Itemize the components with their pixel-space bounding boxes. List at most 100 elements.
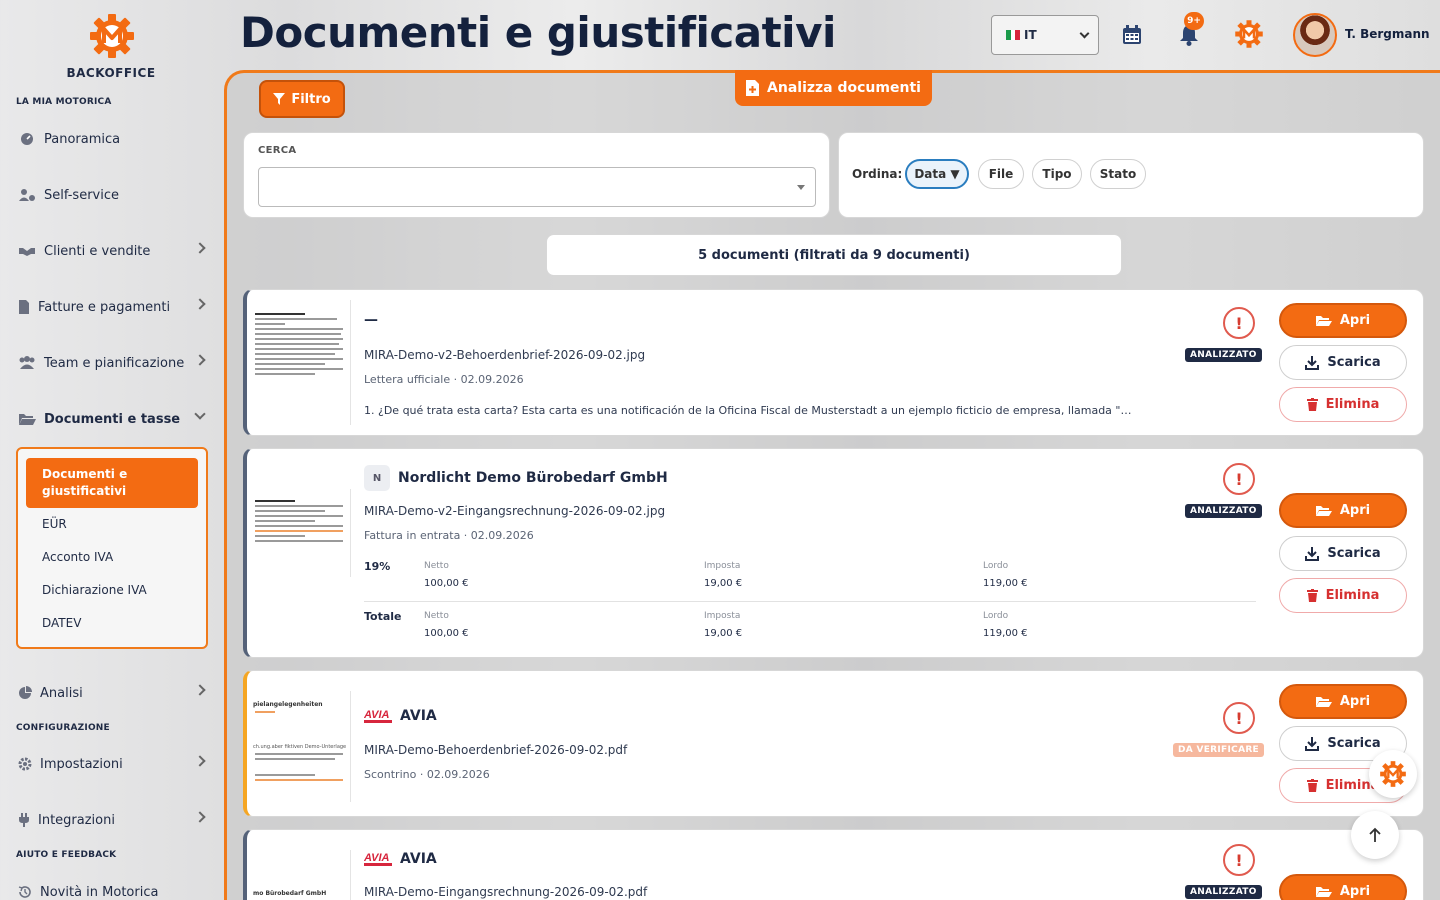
submenu-item-eur[interactable]: EÜR — [42, 517, 67, 531]
net-value: 100,00 € — [424, 578, 469, 589]
document-meta: Lettera ufficiale · 02.09.2026 — [364, 373, 524, 386]
sidebar-item-news[interactable]: Novità in Motorica — [16, 877, 208, 900]
gross-caption: Lordo — [983, 561, 1009, 571]
handshake-icon — [16, 243, 38, 259]
notification-badge: 9+ — [1184, 12, 1204, 30]
download-button[interactable]: Scarica — [1279, 345, 1407, 380]
chevron-down-icon — [194, 408, 206, 420]
sidebar-item-label: Integrazioni — [38, 812, 115, 828]
tax-value: 19,00 € — [704, 628, 743, 639]
trash-icon — [1306, 779, 1318, 792]
assistant-button[interactable] — [1369, 750, 1417, 798]
sort-card: Ordina: Data ▼ File Tipo Stato — [838, 132, 1424, 218]
search-input[interactable] — [258, 167, 816, 207]
tax-caption: Imposta — [704, 561, 741, 571]
document-card: — MIRA-Demo-v2-Behoerdenbrief-2026-09-02… — [243, 289, 1424, 436]
gear-icon — [16, 756, 34, 772]
sidebar-item-self-service[interactable]: Self-service — [16, 180, 208, 210]
total-label: Totale — [364, 610, 402, 623]
section-label-help: AIUTO E FEEDBACK — [16, 850, 117, 860]
gross-value: 119,00 € — [983, 628, 1028, 639]
document-title: AVIA AVIA — [364, 850, 437, 868]
delete-label: Elimina — [1325, 397, 1380, 412]
plug-icon — [16, 812, 32, 828]
delete-button[interactable]: Elimina — [1279, 387, 1407, 422]
submenu-item-vat-advance[interactable]: Acconto IVA — [42, 550, 113, 564]
delete-label: Elimina — [1325, 588, 1380, 603]
warning-icon[interactable]: ! — [1223, 702, 1255, 734]
download-button[interactable]: Scarica — [1279, 536, 1407, 571]
warning-icon[interactable]: ! — [1223, 307, 1255, 339]
sidebar-item-invoices[interactable]: Fatture e pagamenti — [16, 292, 208, 322]
sidebar-item-clients[interactable]: Clienti e vendite — [16, 236, 208, 266]
document-thumbnail[interactable]: pielangelegenheiten ch.ung.aber fiktiven… — [251, 691, 351, 802]
warning-icon[interactable]: ! — [1223, 844, 1255, 876]
document-filename: MIRA-Demo-Behoerdenbrief-2026-09-02.pdf — [364, 743, 628, 757]
sort-option-file[interactable]: File — [978, 159, 1024, 189]
sort-option-type[interactable]: Tipo — [1032, 159, 1082, 189]
brand-logo[interactable] — [88, 12, 136, 60]
document-card: N Nordlicht Demo Bürobedarf GmbH MIRA-De… — [243, 448, 1424, 658]
tax-rate-label: 19% — [364, 560, 391, 573]
open-button[interactable]: Apri — [1279, 874, 1407, 900]
filter-button[interactable]: Filtro — [259, 80, 345, 118]
document-meta: Fattura in entrata · 02.09.2026 — [364, 529, 534, 542]
section-label-mine: LA MIA MOTORICA — [16, 97, 112, 107]
document-title-text: AVIA — [400, 708, 437, 724]
sidebar-item-documents[interactable]: Documenti e tasse — [16, 404, 208, 434]
sidebar-item-analytics[interactable]: Analisi — [16, 678, 208, 708]
sort-option-status[interactable]: Stato — [1090, 159, 1146, 189]
filter-icon — [273, 93, 286, 105]
status-badge: DA VERIFICARE — [1173, 743, 1265, 757]
invoice-icon — [16, 299, 32, 315]
sidebar-item-settings[interactable]: Impostazioni — [16, 749, 208, 779]
document-count: 5 documenti (filtrati da 9 documenti) — [546, 234, 1122, 276]
folder-open-icon — [1315, 886, 1332, 897]
warning-icon[interactable]: ! — [1223, 463, 1255, 495]
sidebar-item-team[interactable]: Team e pianificazione — [16, 348, 208, 378]
folder-open-icon — [1315, 696, 1332, 707]
folder-open-icon — [1315, 505, 1332, 516]
analyze-button-label: Analizza documenti — [767, 80, 921, 96]
open-label: Apri — [1339, 313, 1371, 328]
open-label: Apri — [1339, 503, 1371, 518]
sidebar-item-label: Impostazioni — [40, 756, 123, 772]
delete-button[interactable]: Elimina — [1279, 578, 1407, 613]
tax-caption: Imposta — [704, 611, 741, 621]
vendor-initial-badge: N — [364, 465, 390, 491]
avatar[interactable] — [1293, 13, 1337, 57]
sidebar-item-integrations[interactable]: Integrazioni — [16, 805, 208, 835]
svg-text:AVIA: AVIA — [364, 709, 390, 721]
sidebar-item-overview[interactable]: Panoramica — [16, 124, 208, 154]
document-thumbnail[interactable] — [251, 300, 351, 425]
chevron-right-icon — [194, 755, 206, 767]
submenu-item-vat-return[interactable]: Dichiarazione IVA — [42, 583, 147, 597]
thumbnail-text: ch.ung.aber fiktiven Demo-Unterlage — [253, 744, 347, 750]
sort-option-date[interactable]: Data ▼ — [905, 159, 969, 189]
submenu-item-datev[interactable]: DATEV — [42, 616, 81, 630]
document-title: AVIA AVIA — [364, 707, 437, 725]
download-label: Scarica — [1327, 546, 1381, 561]
submenu-item-documents-active[interactable]: Documenti e giustificativi — [26, 458, 198, 508]
chevron-right-icon — [194, 298, 206, 310]
document-thumbnail[interactable] — [251, 489, 351, 577]
motorica-gear-icon[interactable] — [1234, 19, 1264, 49]
dashboard-icon — [16, 131, 38, 147]
net-value: 100,00 € — [424, 628, 469, 639]
user-name[interactable]: T. Bergmann — [1345, 27, 1430, 41]
sidebar-item-label: Documenti e tasse — [44, 411, 181, 427]
language-select[interactable]: IT — [991, 15, 1099, 55]
open-button[interactable]: Apri — [1279, 684, 1407, 719]
calendar-icon[interactable] — [1122, 25, 1142, 45]
document-thumbnail[interactable]: mo Bürobedarf GmbH — [251, 850, 351, 900]
scroll-to-top-button[interactable] — [1351, 811, 1399, 859]
avia-logo-icon: AVIA — [364, 852, 392, 866]
open-button[interactable]: Apri — [1279, 493, 1407, 528]
language-value: IT — [1024, 28, 1037, 42]
document-title: N Nordlicht Demo Bürobedarf GmbH — [364, 465, 668, 491]
document-title-text: — — [364, 312, 378, 328]
analyze-documents-button[interactable]: Analizza documenti — [735, 70, 932, 106]
open-button[interactable]: Apri — [1279, 303, 1407, 338]
search-label: CERCA — [258, 145, 297, 156]
gross-caption: Lordo — [983, 611, 1009, 621]
